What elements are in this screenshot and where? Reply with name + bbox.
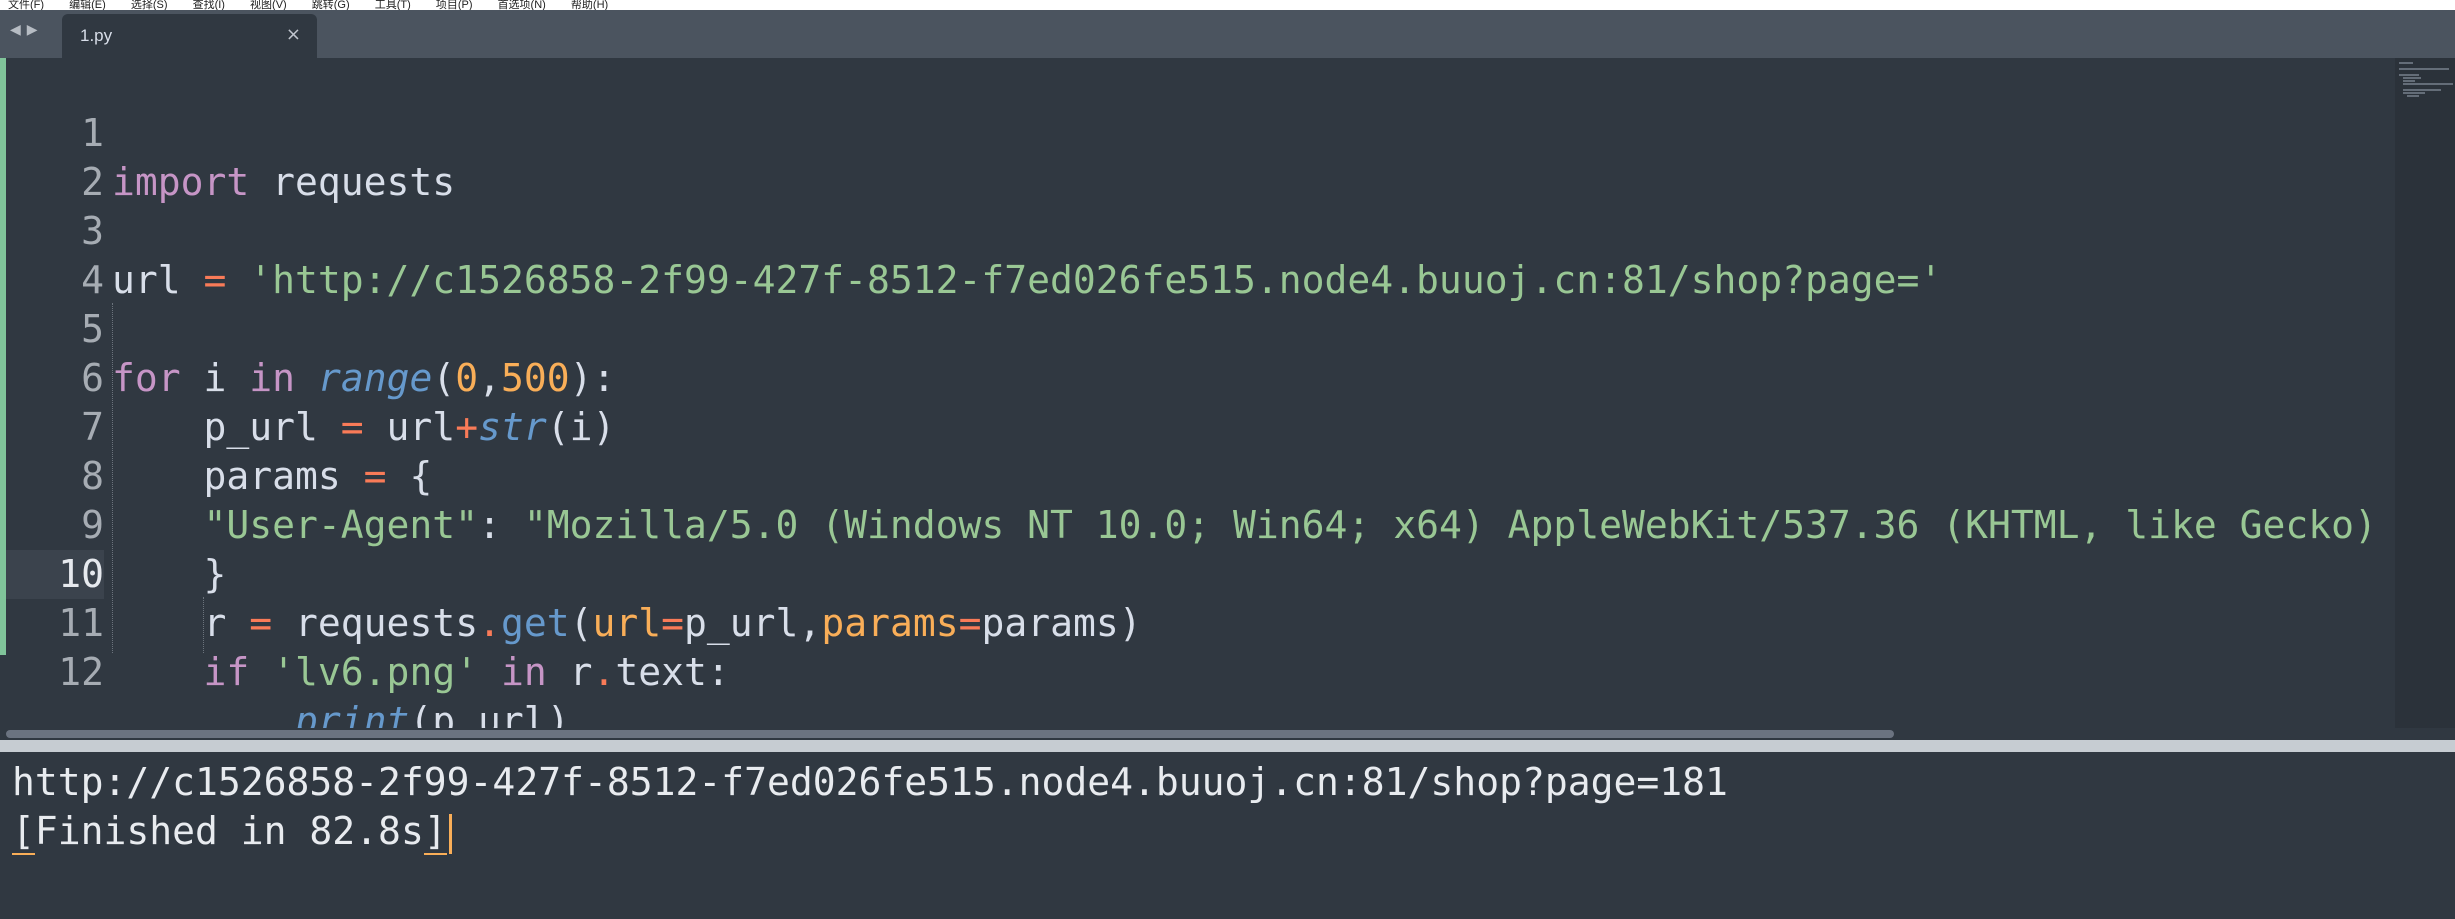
minimap-line bbox=[2399, 68, 2449, 70]
code-line-2: 2 bbox=[0, 109, 2395, 204]
minimap-line bbox=[2399, 74, 2419, 76]
menu-bar: 文件(F) 编辑(E) 选择(S) 查找(I) 视图(V) 跳转(G) 工具(T… bbox=[0, 0, 2455, 10]
bracket-close: ] bbox=[423, 809, 447, 855]
close-icon[interactable]: × bbox=[286, 24, 301, 45]
code-line-6: 6 p_url = url+str(i) bbox=[0, 305, 2395, 449]
menu-goto[interactable]: 跳转(G) bbox=[312, 0, 350, 10]
minimap-line bbox=[2399, 62, 2413, 64]
minimap-line bbox=[2403, 80, 2415, 82]
horizontal-scrollbar[interactable] bbox=[0, 728, 2455, 740]
code-line-7: 7 params = { bbox=[0, 354, 2395, 498]
output-line-url: http://c1526858-2f99-427f-8512-f7ed026fe… bbox=[12, 760, 1728, 804]
horizontal-scrollbar-thumb[interactable] bbox=[6, 730, 1894, 738]
minimap-line bbox=[2407, 95, 2419, 97]
menu-find[interactable]: 查找(I) bbox=[193, 0, 225, 10]
minimap-line bbox=[2403, 77, 2421, 79]
forward-arrow-icon[interactable]: ▶ bbox=[27, 22, 44, 38]
bracket-open: [ bbox=[12, 809, 35, 855]
menu-help[interactable]: 帮助(H) bbox=[571, 0, 608, 10]
tab-nav: ◀▶ bbox=[10, 22, 44, 38]
minimap[interactable] bbox=[2395, 58, 2455, 728]
output-line-finished: [Finished in 82.8s] bbox=[12, 807, 452, 856]
code-editor[interactable]: 1 import requests 2 3 url = 'http://c152… bbox=[0, 58, 2395, 743]
code-line-11: 11 if 'lv6.png' in r.text: bbox=[0, 550, 2395, 694]
minimap-line bbox=[2403, 92, 2425, 94]
menu-preferences[interactable]: 首选项(N) bbox=[498, 0, 546, 10]
minimap-line bbox=[2403, 89, 2441, 91]
code-line-3: 3 url = 'http://c1526858-2f99-427f-8512-… bbox=[0, 158, 2395, 302]
minimap-line bbox=[2403, 83, 2453, 85]
tab-bar: ◀▶ 1.py × bbox=[0, 10, 2455, 58]
back-arrow-icon[interactable]: ◀ bbox=[10, 22, 27, 38]
finished-text: Finished in 82.8s bbox=[34, 809, 424, 853]
menu-view[interactable]: 视图(V) bbox=[250, 0, 287, 10]
output-panel-divider[interactable] bbox=[0, 740, 2455, 752]
build-output-panel[interactable]: http://c1526858-2f99-427f-8512-f7ed026fe… bbox=[0, 752, 2455, 919]
code-line-8: 8 "User-Agent": "Mozilla/5.0 (Windows NT… bbox=[0, 403, 2395, 547]
menu-selection[interactable]: 选择(S) bbox=[131, 0, 168, 10]
menu-tools[interactable]: 工具(T) bbox=[375, 0, 411, 10]
code-line-10-current: 10 r = requests.get(url=p_url,params=par… bbox=[0, 501, 2395, 645]
line-source: if 'lv6.png' in r.text: bbox=[203, 650, 730, 694]
text-caret bbox=[448, 813, 452, 854]
code-line-5: 5 for i in range(0,500): bbox=[0, 256, 2395, 400]
tab-1-py[interactable]: 1.py × bbox=[62, 14, 317, 58]
tab-label: 1.py bbox=[80, 26, 113, 45]
menu-edit[interactable]: 编辑(E) bbox=[69, 0, 106, 10]
code-line-12: 12 print(p_url) bbox=[0, 599, 2395, 743]
line-number: 12 bbox=[58, 650, 104, 694]
code-line-1: 1 import requests bbox=[0, 60, 2395, 204]
menu-file[interactable]: 文件(F) bbox=[8, 0, 44, 10]
code-line-9: 9 } bbox=[0, 452, 2395, 596]
code-line-4: 4 bbox=[0, 207, 2395, 302]
menu-project[interactable]: 项目(P) bbox=[436, 0, 473, 10]
